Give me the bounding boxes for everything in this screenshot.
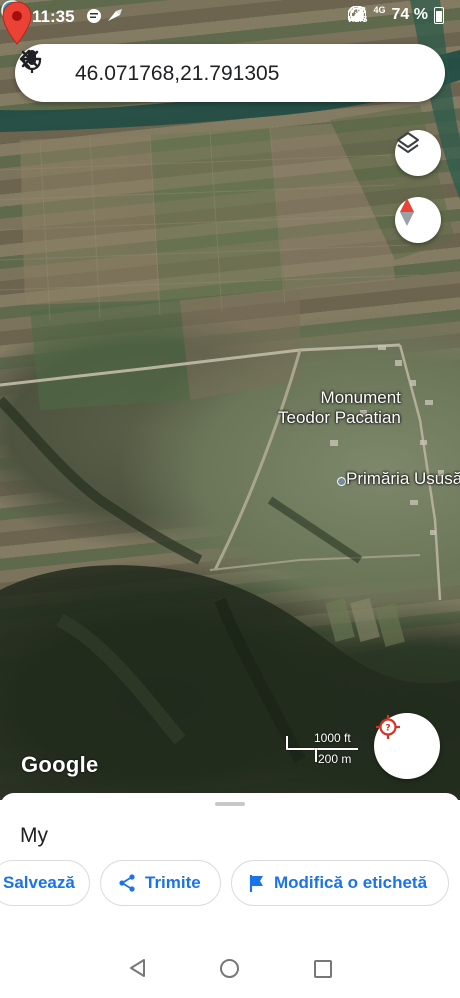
save-button[interactable]: Salvează (0, 860, 90, 906)
battery-percent: 74 % (391, 6, 428, 23)
save-button-label: Salvează (3, 873, 75, 892)
share-button-label: Trimite (145, 873, 201, 892)
scale-metric: 200 m (318, 752, 352, 766)
system-nav-bar (0, 933, 460, 998)
search-bar[interactable] (15, 44, 445, 102)
poi-town-hall-label[interactable]: Primăria Ususău (346, 469, 460, 489)
nav-home-icon[interactable] (220, 959, 239, 978)
edit-label-button-label: Modifică o etichetă (274, 873, 428, 892)
battery-icon (434, 6, 444, 24)
search-input[interactable] (73, 59, 347, 89)
place-title: My (20, 824, 48, 847)
my-location-button[interactable]: ? (374, 713, 440, 779)
status-right-icons: 0.08 KB/S 4G 74 % (348, 5, 444, 24)
flag-icon (249, 875, 263, 892)
network-type: 4G (373, 5, 386, 15)
status-time: 11:35 (32, 7, 75, 26)
nav-recents-icon[interactable] (314, 960, 332, 978)
location-target-icon: ? (376, 715, 400, 739)
town-hall-dot[interactable] (337, 477, 346, 486)
compass-icon (400, 198, 414, 226)
share-button[interactable]: Trimite (100, 860, 221, 906)
share-icon (119, 874, 135, 892)
place-bottom-sheet[interactable]: My Salvează Trimite Modifică o etichetă (0, 793, 460, 933)
poi-monument-label[interactable]: Monument Teodor Pacatian (278, 388, 401, 428)
signal-icon (349, 7, 364, 21)
message-icon (87, 9, 122, 23)
poi-monument-line1: Monument (320, 388, 401, 407)
scale-imperial: 1000 ft (314, 731, 351, 745)
map-view[interactable]: 11:35 0.08 KB/S 4G 7 (0, 0, 460, 800)
status-bar: 11:35 0.08 KB/S 4G 7 (0, 0, 460, 34)
dropped-pin-icon[interactable] (0, 0, 34, 46)
compass-button[interactable] (395, 197, 441, 243)
edit-label-button[interactable]: Modifică o etichetă (231, 860, 449, 906)
google-logo: Google (21, 752, 99, 777)
microphone-icon[interactable] (15, 44, 49, 78)
nav-back-icon[interactable] (128, 958, 148, 978)
poi-monument-line2: Teodor Pacatian (278, 408, 401, 427)
sheet-drag-handle[interactable] (215, 802, 245, 806)
scale-bar: 1000 ft 200 m (286, 730, 366, 768)
layers-icon (397, 132, 419, 153)
layers-button[interactable] (395, 130, 441, 176)
svg-text:?: ? (385, 724, 390, 734)
